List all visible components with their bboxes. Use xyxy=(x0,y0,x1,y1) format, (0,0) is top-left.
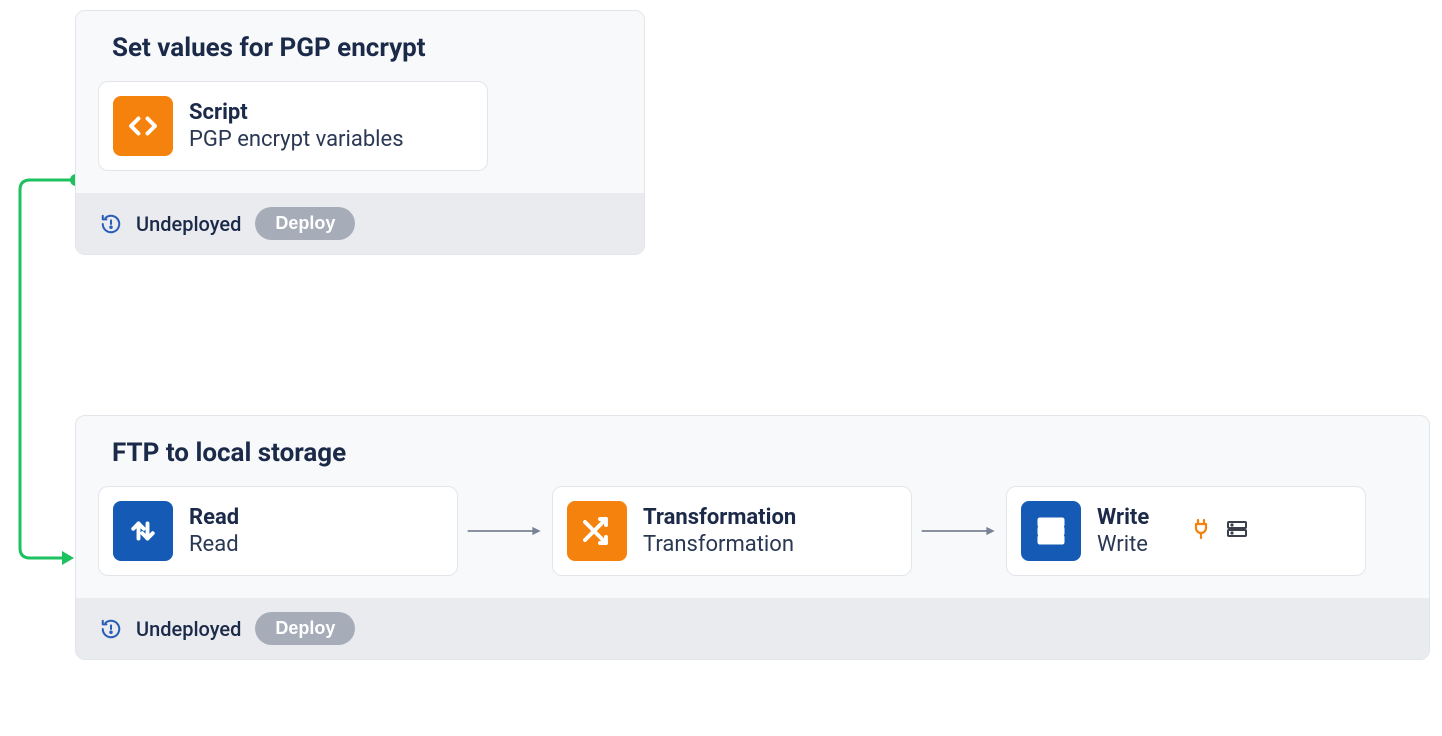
workflow-title: FTP to local storage xyxy=(112,438,1393,468)
plug-icon xyxy=(1189,517,1213,545)
diagram-canvas: Set values for PGP encrypt Script PGP en… xyxy=(0,0,1442,736)
step-text: Transformation Transformation xyxy=(643,505,796,557)
shuffle-icon xyxy=(567,501,627,561)
status-text: Undeployed xyxy=(136,212,241,236)
code-icon xyxy=(113,96,173,156)
workflow-header: FTP to local storage xyxy=(76,416,1429,468)
status-clock-icon xyxy=(100,618,122,640)
step-subtitle-label: Read xyxy=(189,532,239,557)
flow-connector xyxy=(12,170,82,570)
step-title-label: Write xyxy=(1097,505,1149,530)
step-text: Script PGP encrypt variables xyxy=(189,100,404,152)
flow-arrow-icon xyxy=(458,523,552,539)
steps-row: Read Read Transformation xyxy=(76,486,1429,598)
status-bar: Undeployed Deploy xyxy=(76,598,1429,659)
step-subtitle-label: Transformation xyxy=(643,532,796,557)
deploy-button[interactable]: Deploy xyxy=(255,207,355,240)
deploy-button[interactable]: Deploy xyxy=(255,612,355,645)
step-text: Read Read xyxy=(189,505,239,557)
step-read[interactable]: Read Read xyxy=(98,486,458,576)
updown-icon xyxy=(113,501,173,561)
step-write[interactable]: Write Write xyxy=(1006,486,1366,576)
storage-icon xyxy=(1225,517,1249,545)
step-subtitle-label: PGP encrypt variables xyxy=(189,127,404,152)
step-transformation[interactable]: Transformation Transformation xyxy=(552,486,912,576)
step-subtitle-label: Write xyxy=(1097,532,1149,557)
workflow-card-ftp[interactable]: FTP to local storage Read Read xyxy=(75,415,1430,660)
step-extra-icons xyxy=(1189,517,1249,545)
workflow-title: Set values for PGP encrypt xyxy=(112,33,608,63)
flow-arrow-icon xyxy=(912,523,1006,539)
step-title-label: Read xyxy=(189,505,239,530)
steps-row: Script PGP encrypt variables xyxy=(76,81,644,193)
step-title-label: Script xyxy=(189,100,404,125)
step-script[interactable]: Script PGP encrypt variables xyxy=(98,81,488,171)
workflow-card-pgp[interactable]: Set values for PGP encrypt Script PGP en… xyxy=(75,10,645,255)
step-text: Write Write xyxy=(1097,505,1149,557)
step-title-label: Transformation xyxy=(643,505,796,530)
status-text: Undeployed xyxy=(136,617,241,641)
status-clock-icon xyxy=(100,213,122,235)
status-bar: Undeployed Deploy xyxy=(76,193,644,254)
server-icon xyxy=(1021,501,1081,561)
workflow-header: Set values for PGP encrypt xyxy=(76,11,644,63)
